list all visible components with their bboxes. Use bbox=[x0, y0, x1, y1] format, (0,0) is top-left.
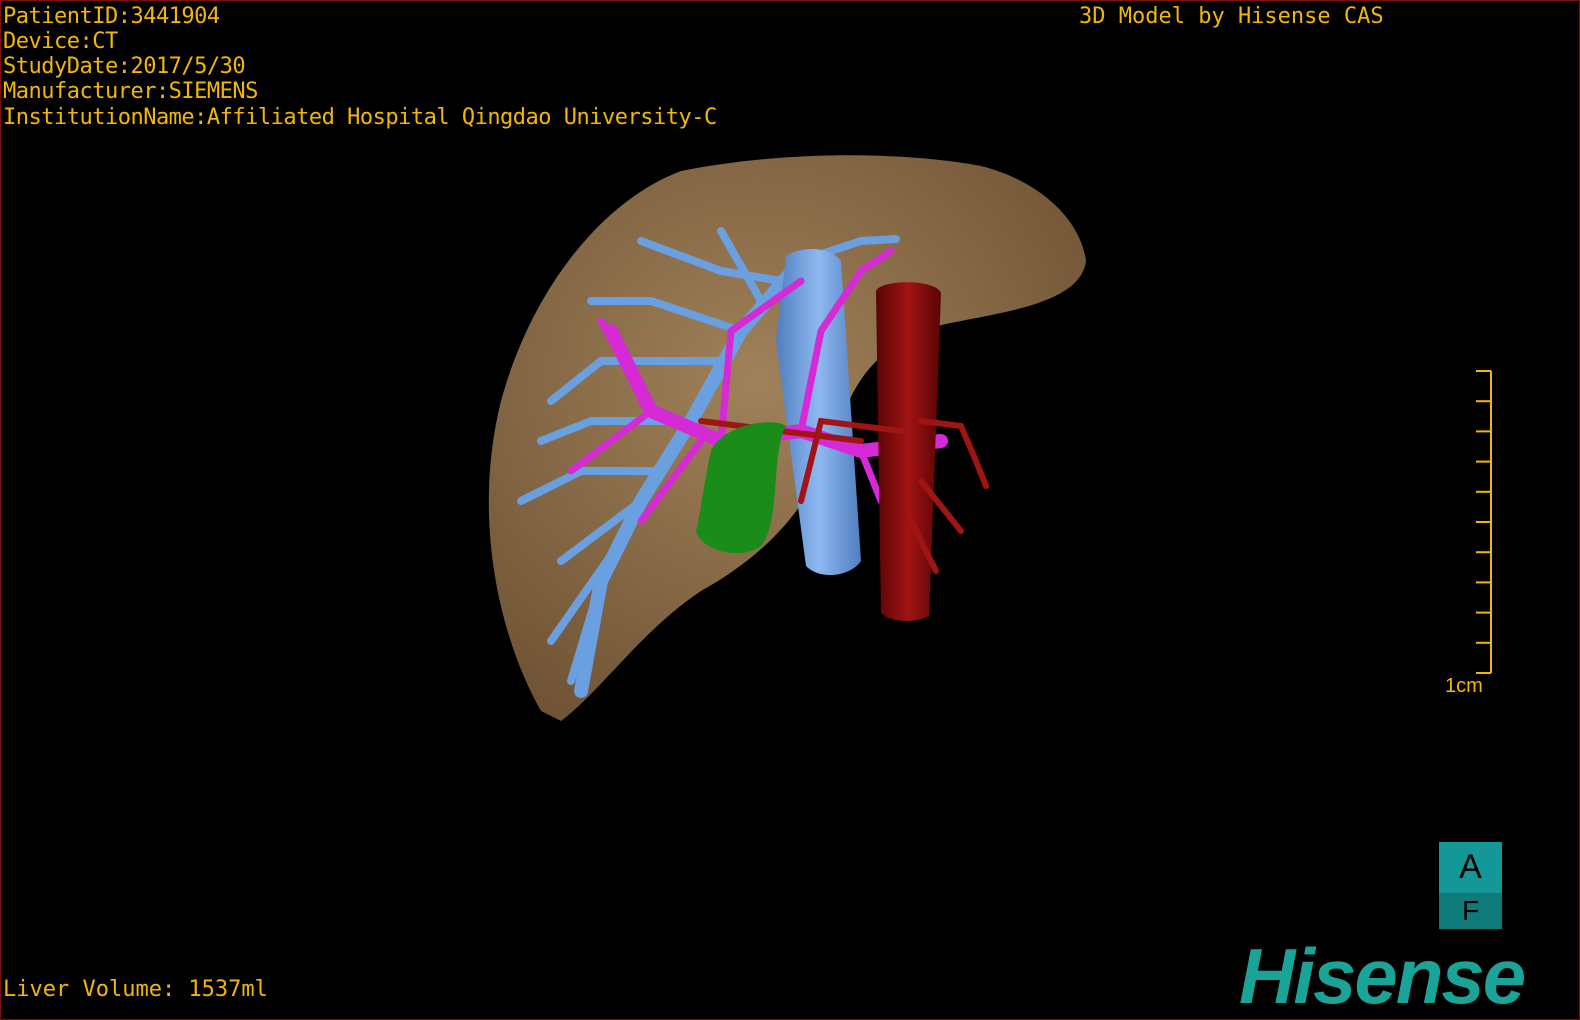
aorta bbox=[876, 282, 941, 621]
orientation-foot[interactable]: F bbox=[1439, 893, 1502, 929]
study-date: StudyDate:2017/5/30 bbox=[3, 54, 246, 79]
model-caption: 3D Model by Hisense CAS bbox=[1079, 4, 1384, 29]
hisense-logo: Hisense bbox=[1239, 932, 1526, 1020]
3d-viewport[interactable]: PatientID:3441904 Device:CT StudyDate:20… bbox=[0, 0, 1580, 1020]
liver-volume: Liver Volume: 1537ml bbox=[3, 977, 268, 1002]
scale-bar-label: 1cm bbox=[1445, 675, 1483, 697]
orientation-anterior[interactable]: A bbox=[1439, 842, 1502, 893]
orientation-cube[interactable]: A F bbox=[1439, 842, 1502, 929]
device: Device:CT bbox=[3, 29, 118, 54]
institution-name: InstitutionName:Affiliated Hospital Qing… bbox=[3, 105, 717, 130]
patient-id: PatientID:3441904 bbox=[3, 4, 220, 29]
liver-3d-model[interactable] bbox=[1, 1, 1579, 1019]
manufacturer: Manufacturer:SIEMENS bbox=[3, 79, 258, 104]
